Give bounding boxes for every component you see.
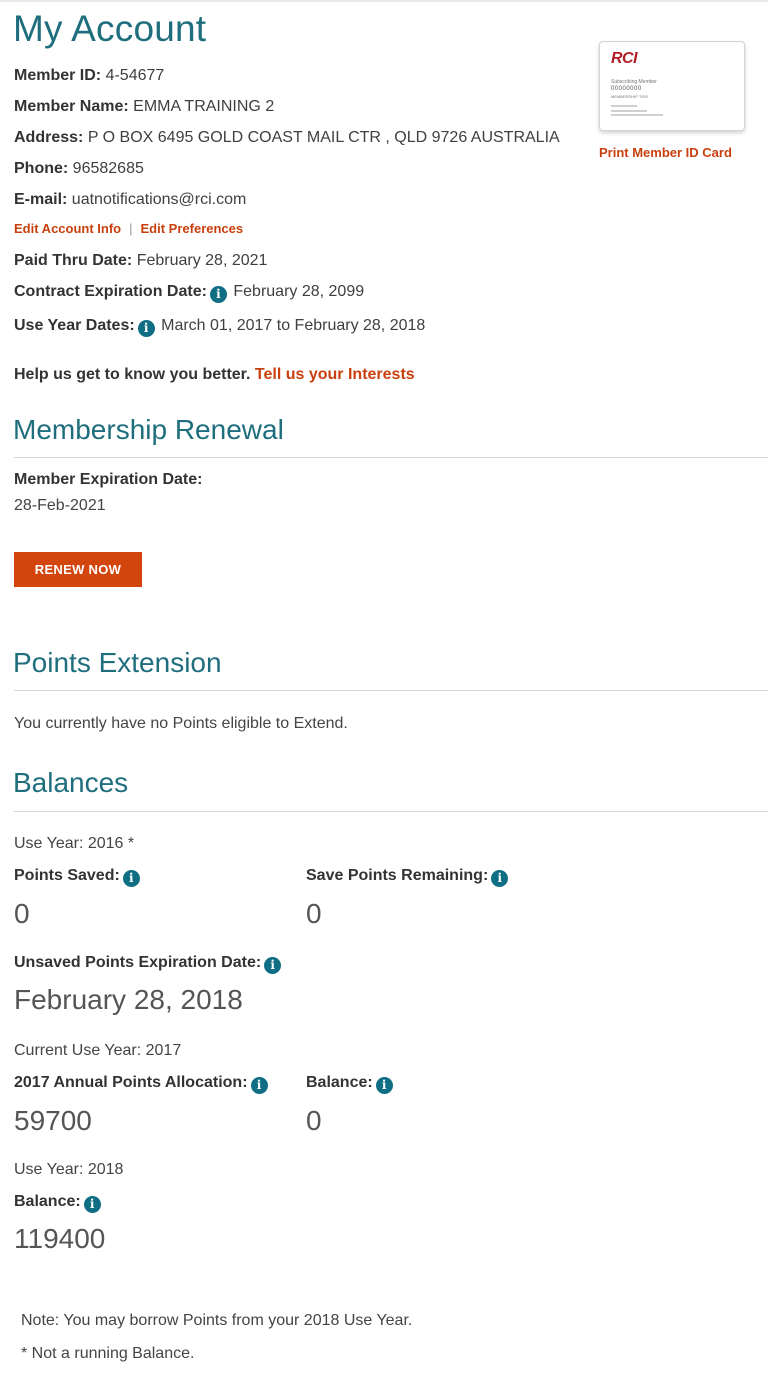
balance-2018-value: 119400 <box>14 1223 106 1254</box>
card-line-1: Subscribing Member <box>611 79 657 85</box>
address-label: Address: <box>14 129 84 146</box>
phone-value: 96582685 <box>72 160 144 177</box>
interests-prompt: Help us get to know you better. Tell us … <box>14 366 415 384</box>
points-extension-heading: Points Extension <box>13 647 222 678</box>
points-saved-label: Points Saved: <box>14 867 120 884</box>
membership-renewal-heading: Membership Renewal <box>13 414 284 445</box>
address-row: Address: P O BOX 6495 GOLD COAST MAIL CT… <box>14 129 560 147</box>
unsaved-expiration-row: Unsaved Points Expiration Date: i <box>14 954 283 974</box>
card-text-bar <box>611 110 647 112</box>
email-value: uatnotifications@rci.com <box>71 191 247 208</box>
contract-expiration-row: Contract Expiration Date: i February 28, … <box>14 283 364 303</box>
save-points-remaining-value: 0 <box>306 898 322 929</box>
balance-2017-label: Balance: <box>306 1074 373 1091</box>
info-icon[interactable]: i <box>375 1077 393 1094</box>
address-value: P O BOX 6495 GOLD COAST MAIL CTR , QLD 9… <box>87 129 560 146</box>
card-line-2: 00000000 <box>611 86 642 92</box>
paid-thru-row: Paid Thru Date: February 28, 2021 <box>14 252 267 270</box>
edit-preferences-link[interactable]: Edit Preferences <box>141 221 244 236</box>
unsaved-expiration-label: Unsaved Points Expiration Date: <box>14 954 262 971</box>
member-id-label: Member ID: <box>14 67 102 84</box>
card-text-bar <box>611 114 663 116</box>
edit-account-info-link[interactable]: Edit Account Info <box>14 221 121 236</box>
annual-allocation-value: 59700 <box>14 1105 92 1136</box>
member-expiration-value: 28-Feb-2021 <box>14 497 106 514</box>
info-icon[interactable]: i <box>250 1077 268 1094</box>
balance-2018-label: Balance: <box>14 1193 81 1210</box>
unsaved-expiration-value: February 28, 2018 <box>14 984 243 1015</box>
phone-row: Phone: 96582685 <box>14 160 144 178</box>
points-extension-message: You currently have no Points eligible to… <box>14 715 348 732</box>
annual-allocation-label: 2017 Annual Points Allocation: <box>14 1074 248 1091</box>
account-links: Edit Account Info | Edit Preferences <box>14 221 243 236</box>
section-divider <box>14 457 768 458</box>
current-use-year-label: Current Use Year: 2017 <box>14 1042 182 1059</box>
member-expiration-label: Member Expiration Date: <box>14 471 203 488</box>
balance-2017-value: 0 <box>306 1105 322 1136</box>
print-member-id-card-link[interactable]: Print Member ID Card <box>599 145 732 160</box>
member-name-value: EMMA TRAINING 2 <box>133 98 275 115</box>
save-points-remaining-label: Save Points Remaining: <box>306 867 489 884</box>
use-year-dates-label: Use Year Dates: <box>14 317 135 334</box>
tell-us-interests-link[interactable]: Tell us your Interests <box>255 366 415 383</box>
info-icon[interactable]: i <box>264 957 282 974</box>
use-year-dates-row: Use Year Dates: i March 01, 2017 to Febru… <box>14 317 425 337</box>
annual-allocation-row: 2017 Annual Points Allocation: i <box>14 1074 270 1094</box>
card-line-3: MEMBERSHIP TIER <box>611 94 648 99</box>
member-id-row: Member ID: 4-54677 <box>14 67 164 85</box>
contract-expiration-label: Contract Expiration Date: <box>14 283 207 300</box>
balance-2018-row: Balance: i <box>14 1193 103 1213</box>
section-divider <box>14 811 768 812</box>
interests-text: Help us get to know you better. <box>14 366 251 383</box>
member-name-row: Member Name: EMMA TRAINING 2 <box>14 98 274 116</box>
card-text-bar <box>611 105 637 107</box>
renew-now-button[interactable]: RENEW NOW <box>14 552 142 587</box>
points-saved-row: Points Saved: i <box>14 867 142 887</box>
info-icon[interactable]: i <box>83 1196 101 1213</box>
not-running-balance-note: * Not a running Balance. <box>21 1345 195 1362</box>
balances-heading: Balances <box>13 767 129 798</box>
member-id-card-image[interactable]: RCI Subscribing Member 00000000 MEMBERSH… <box>599 41 745 131</box>
page-title: My Account <box>13 8 207 49</box>
use-year-dates-value: March 01, 2017 to February 28, 2018 <box>161 317 426 334</box>
link-separator: | <box>129 221 133 236</box>
email-label: E-mail: <box>14 191 68 208</box>
use-year-2016-label: Use Year: 2016 * <box>14 835 135 852</box>
save-points-remaining-row: Save Points Remaining: i <box>306 867 510 887</box>
member-name-label: Member Name: <box>14 98 129 115</box>
info-icon[interactable]: i <box>122 870 140 887</box>
paid-thru-label: Paid Thru Date: <box>14 252 133 269</box>
borrow-points-note: Note: You may borrow Points from your 20… <box>21 1312 413 1329</box>
balance-2017-row: Balance: i <box>306 1074 395 1094</box>
email-row: E-mail: uatnotifications@rci.com <box>14 191 246 209</box>
info-icon[interactable]: i <box>491 870 509 887</box>
info-icon[interactable]: i <box>209 286 227 303</box>
contract-expiration-value: February 28, 2099 <box>233 283 365 300</box>
phone-label: Phone: <box>14 160 69 177</box>
use-year-2018-label: Use Year: 2018 <box>14 1161 124 1178</box>
info-icon[interactable]: i <box>137 320 155 337</box>
rci-logo: RCI <box>611 50 638 67</box>
top-border <box>0 0 768 2</box>
points-saved-value: 0 <box>14 898 30 929</box>
member-id-value: 4-54677 <box>105 67 165 84</box>
section-divider <box>14 690 768 691</box>
paid-thru-value: February 28, 2021 <box>136 252 268 269</box>
